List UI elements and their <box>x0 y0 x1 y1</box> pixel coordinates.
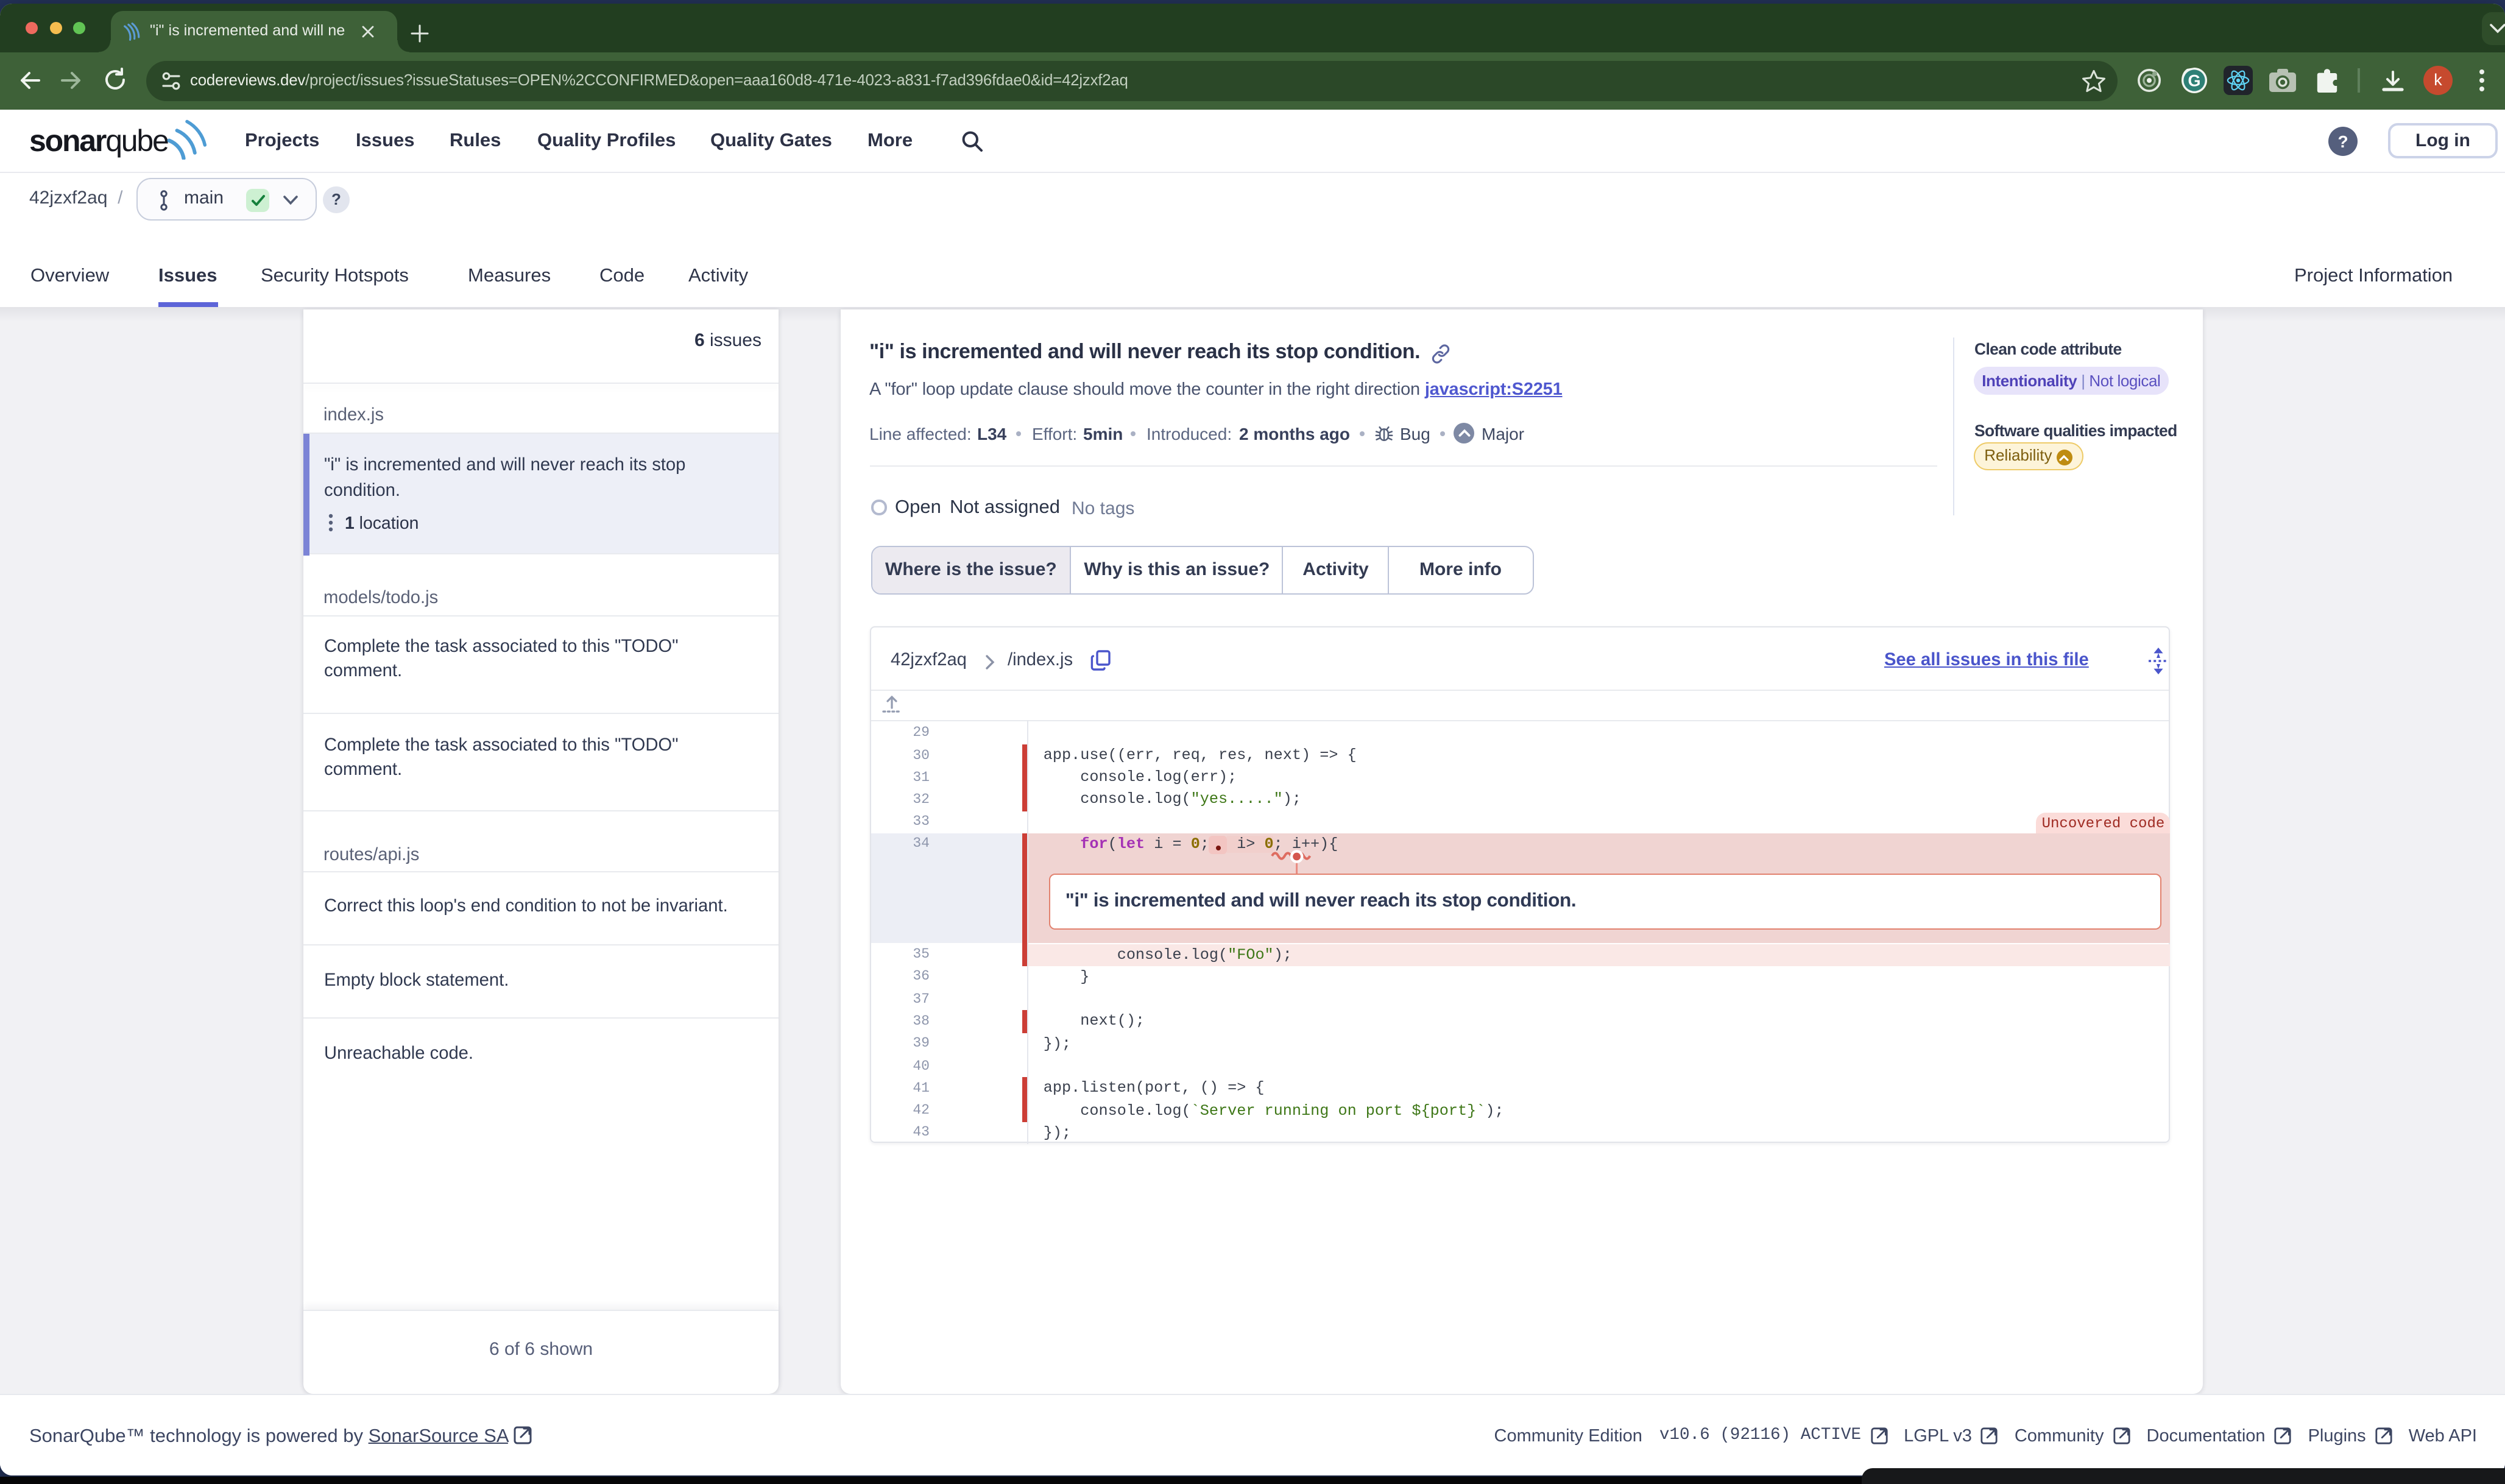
svg-text:G: G <box>2188 72 2200 90</box>
